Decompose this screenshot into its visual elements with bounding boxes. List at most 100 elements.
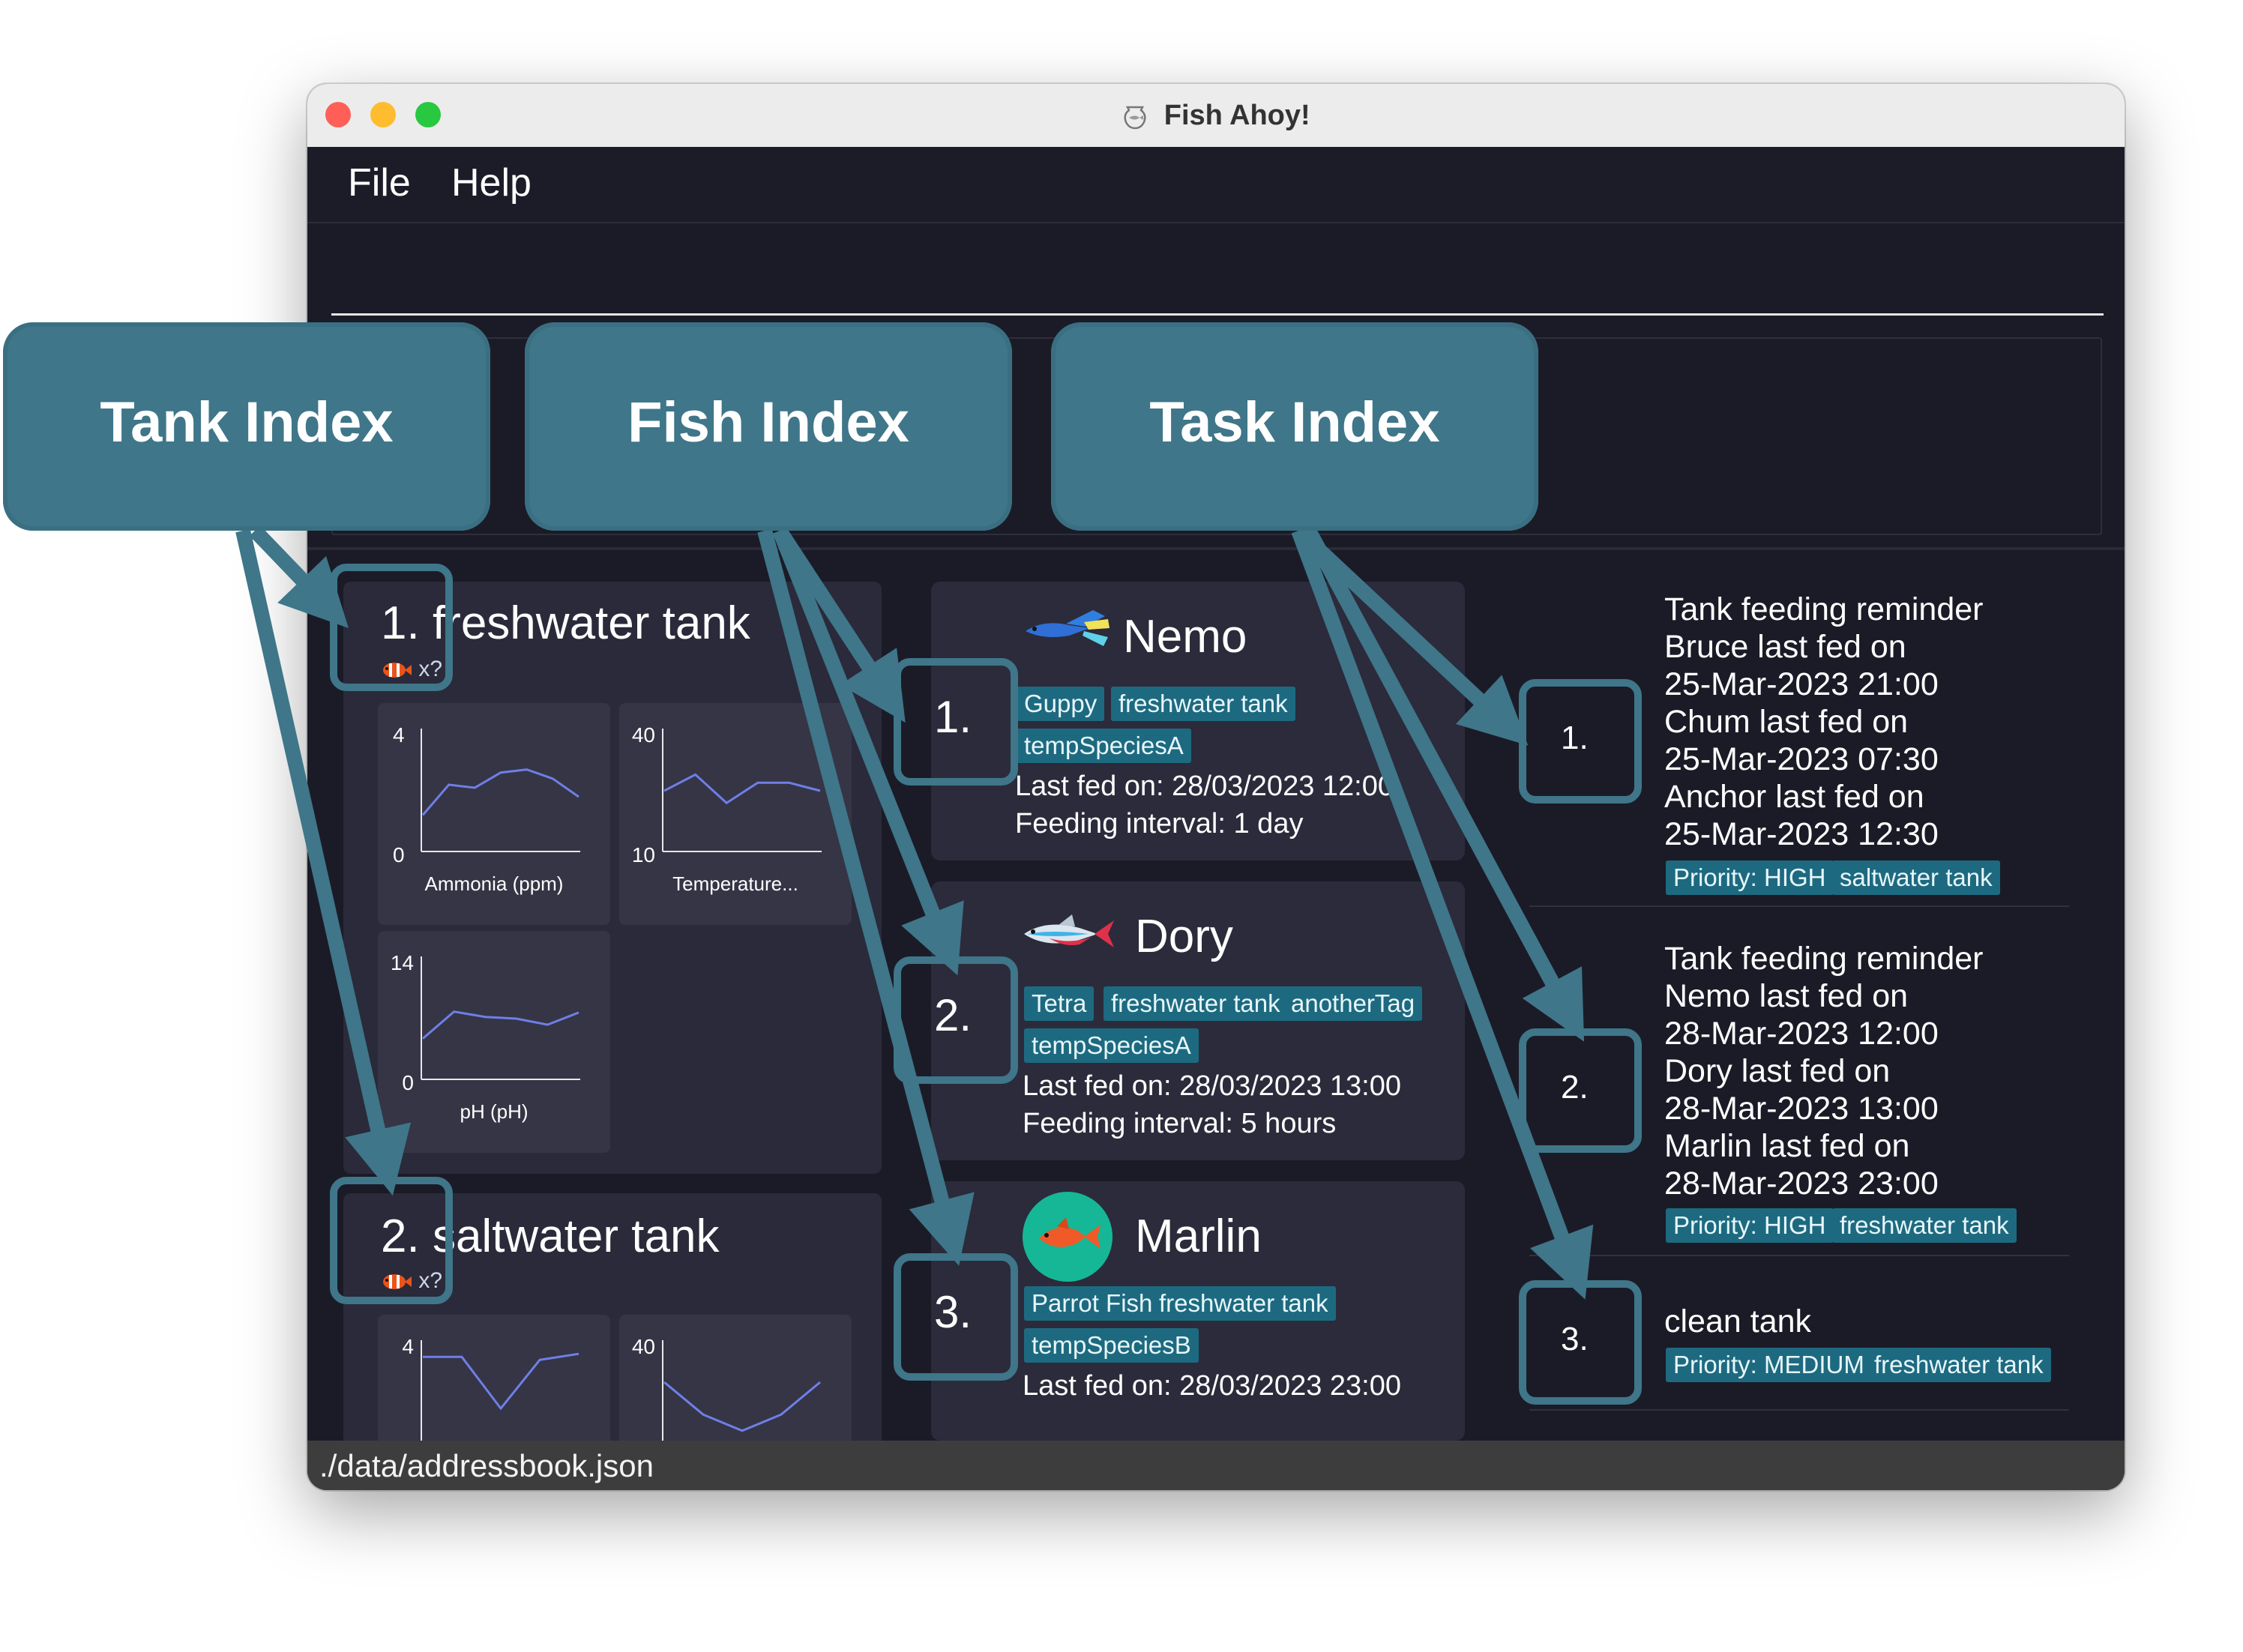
chart-saltwater-1: 4 bbox=[378, 1315, 610, 1448]
fish-tag: tempSpeciesA bbox=[1017, 729, 1191, 763]
command-input[interactable] bbox=[331, 223, 2104, 316]
chart-ammonia-label: Ammonia (ppm) bbox=[425, 872, 564, 895]
fish-tag: Tetra bbox=[1024, 986, 1095, 1021]
chart-saltwater-2-line bbox=[663, 1381, 821, 1432]
task-line: Marlin last fed on bbox=[1664, 1128, 1910, 1164]
task-index-label: 1. bbox=[1561, 720, 1589, 756]
task-tag: freshwater tank bbox=[1867, 1348, 2051, 1382]
highlight-tank-index-2 bbox=[330, 1177, 453, 1304]
task-separator bbox=[1529, 905, 2069, 907]
fish-index-label: 3. bbox=[934, 1287, 972, 1337]
chart-temperature-line bbox=[663, 773, 821, 805]
highlight-tank-index-1 bbox=[330, 564, 453, 691]
app-window: Fish Ahoy! File Help l t 1. freshwater t… bbox=[307, 84, 2125, 1490]
task-line: Chum last fed on bbox=[1664, 704, 1909, 740]
divider bbox=[307, 547, 2125, 550]
parrot-fish-icon bbox=[1023, 1192, 1113, 1285]
chart-temperature-ymax: 40 bbox=[632, 723, 655, 747]
chart-ammonia-svg: 4 0 Ammonia (ppm) bbox=[393, 723, 580, 895]
chart-temperature-ymin: 10 bbox=[632, 843, 655, 866]
fish-tag: tempSpeciesB bbox=[1024, 1328, 1199, 1363]
task-line: Tank feeding reminder bbox=[1664, 941, 1984, 977]
chart-saltwater-2: 40 bbox=[619, 1315, 852, 1448]
highlight-task-index-3: 3. bbox=[1519, 1280, 1642, 1405]
tetra-icon bbox=[1020, 911, 1117, 960]
menu-bar: File Help bbox=[307, 147, 2125, 223]
menu-file[interactable]: File bbox=[348, 160, 411, 205]
fish-feeding-interval: Feeding interval: 1 day bbox=[1015, 808, 1304, 839]
chart-ph: 14 0 pH (pH) bbox=[378, 931, 610, 1153]
tank-name: saltwater tank bbox=[432, 1211, 720, 1262]
menu-help[interactable]: Help bbox=[451, 160, 532, 205]
fish-tag: anotherTag bbox=[1283, 986, 1423, 1021]
task-separator bbox=[1529, 1255, 2069, 1256]
fishbowl-icon bbox=[1122, 104, 1148, 133]
fish-name: Marlin bbox=[1135, 1211, 1262, 1262]
chart-ph-label: pH (pH) bbox=[460, 1100, 528, 1123]
chart-ph-line bbox=[422, 1010, 579, 1040]
task-index-label: 2. bbox=[1561, 1069, 1589, 1106]
task-priority-tag: Priority: HIGH bbox=[1666, 1208, 1834, 1243]
fish-index-label: 2. bbox=[934, 990, 972, 1040]
chart-saltwater-2-svg: 40 bbox=[632, 1335, 821, 1448]
window-title: Fish Ahoy! bbox=[1163, 100, 1310, 131]
fish-last-fed: Last fed on: 28/03/2023 12:00 bbox=[1015, 771, 1394, 802]
callout-fish-index: Fish Index bbox=[525, 322, 1012, 531]
task-tag: freshwater tank bbox=[1832, 1208, 2017, 1243]
fish-feeding-interval: Feeding interval: 5 hours bbox=[1023, 1108, 1337, 1139]
fish-tag: tempSpeciesA bbox=[1024, 1028, 1199, 1063]
chart-saltwater-1-svg: 4 bbox=[402, 1335, 579, 1448]
status-bar: ./data/addressbook.json bbox=[307, 1441, 2125, 1490]
chart-saltwater-1-ymax: 4 bbox=[402, 1335, 414, 1358]
task-line: Anchor last fed on bbox=[1664, 779, 1924, 815]
callout-tank-index-label: Tank Index bbox=[100, 391, 394, 454]
task-priority-tag: Priority: HIGH bbox=[1666, 860, 1834, 895]
task-line: Tank feeding reminder bbox=[1664, 591, 1984, 627]
task-line: 25-Mar-2023 21:00 bbox=[1664, 666, 1939, 702]
task-line: 28-Mar-2023 13:00 bbox=[1664, 1091, 1939, 1127]
chart-saltwater-2-ymax: 40 bbox=[632, 1335, 655, 1358]
callout-tank-index: Tank Index bbox=[3, 322, 490, 531]
task-priority-tag: Priority: MEDIUM bbox=[1666, 1348, 1872, 1382]
chart-ammonia: 4 0 Ammonia (ppm) bbox=[378, 703, 610, 925]
chart-ammonia-ymin: 0 bbox=[393, 843, 405, 866]
fish-index-label: 1. bbox=[934, 692, 972, 742]
task-separator bbox=[1529, 1409, 2069, 1411]
fish-last-fed: Last fed on: 28/03/2023 13:00 bbox=[1023, 1070, 1401, 1102]
task-line: 25-Mar-2023 07:30 bbox=[1664, 741, 1939, 777]
chart-temperature-label: Temperature... bbox=[672, 872, 798, 895]
chart-ammonia-ymax: 4 bbox=[393, 723, 405, 747]
task-line: Nemo last fed on bbox=[1664, 978, 1909, 1014]
guppy-icon bbox=[1021, 606, 1111, 654]
highlight-fish-index-3: 3. bbox=[894, 1253, 1018, 1381]
task-line: 25-Mar-2023 12:30 bbox=[1664, 816, 1939, 852]
chart-ph-ymin: 0 bbox=[402, 1071, 414, 1094]
fish-name: Dory bbox=[1135, 911, 1233, 962]
fish-tag: freshwater tank bbox=[1111, 687, 1295, 721]
fish-tag: Parrot Fish bbox=[1024, 1286, 1160, 1321]
chart-ph-svg: 14 0 pH (pH) bbox=[391, 951, 580, 1123]
highlight-task-index-2: 2. bbox=[1519, 1028, 1642, 1153]
task-line: Dory last fed on bbox=[1664, 1053, 1891, 1089]
tank-name: freshwater tank bbox=[432, 597, 750, 649]
highlight-fish-index-1: 1. bbox=[894, 658, 1018, 786]
chart-saltwater-1-line bbox=[423, 1352, 579, 1411]
fish-tag: freshwater tank bbox=[1151, 1286, 1336, 1321]
task-index-label: 3. bbox=[1561, 1321, 1589, 1357]
command-area bbox=[331, 223, 2104, 316]
fish-name: Nemo bbox=[1123, 611, 1247, 663]
callout-fish-index-label: Fish Index bbox=[627, 391, 909, 454]
fish-last-fed: Last fed on: 28/03/2023 23:00 bbox=[1023, 1370, 1401, 1402]
title-bar: Fish Ahoy! bbox=[307, 84, 2125, 148]
chart-temperature: 40 10 Temperature... bbox=[619, 703, 852, 925]
callout-task-index-label: Task Index bbox=[1149, 391, 1440, 454]
highlight-task-index-1: 1. bbox=[1519, 679, 1642, 804]
task-line: 28-Mar-2023 12:00 bbox=[1664, 1016, 1939, 1052]
task-tag: saltwater tank bbox=[1832, 860, 2000, 895]
task-line: clean tank bbox=[1664, 1303, 1812, 1339]
chart-temperature-svg: 40 10 Temperature... bbox=[632, 723, 822, 895]
highlight-fish-index-2: 2. bbox=[894, 956, 1018, 1084]
task-line: Bruce last fed on bbox=[1664, 629, 1906, 665]
fish-tag: freshwater tank bbox=[1104, 986, 1288, 1021]
status-file-path: ./data/addressbook.json bbox=[319, 1448, 654, 1483]
